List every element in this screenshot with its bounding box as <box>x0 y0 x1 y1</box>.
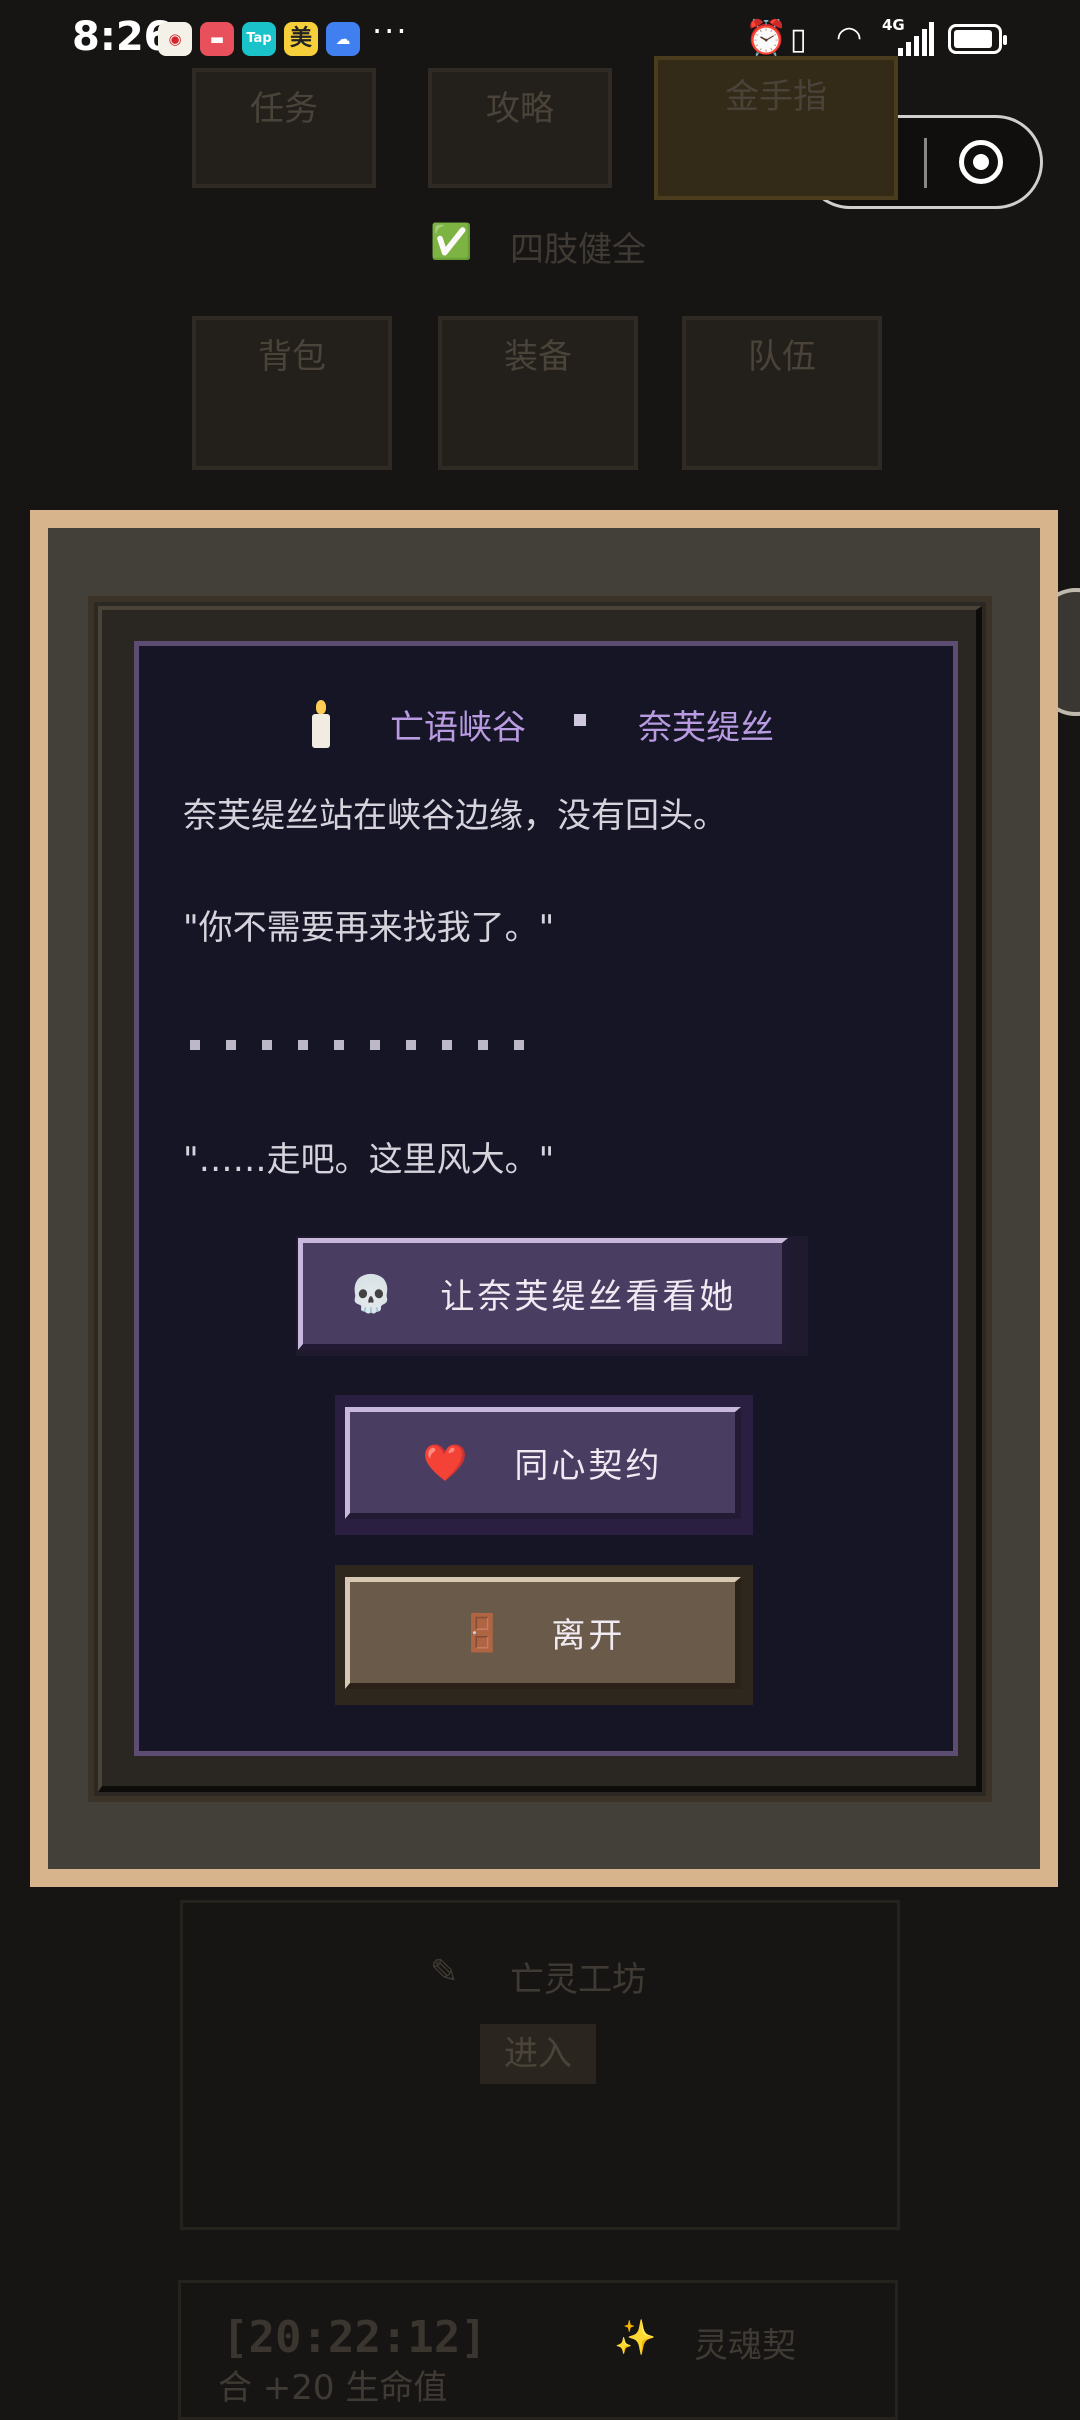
skull-icon: 💀 <box>348 1273 397 1315</box>
bg-sparkle-icon: ✨ <box>614 2318 657 2358</box>
close-miniprogram-icon[interactable] <box>959 140 1003 184</box>
candle-icon <box>312 700 330 748</box>
choice-face: 💀 让奈芙缇丝看看她 <box>298 1238 788 1350</box>
signal-icon <box>898 22 934 56</box>
bg-workshop-label: 亡灵工坊 <box>510 1960 646 2000</box>
ellipsis-pause <box>190 1040 530 1052</box>
choice-label: 同心契约 <box>514 1446 663 1486</box>
narration-line: 奈芙缇丝站在峡谷边缘，没有回头。 <box>183 796 727 836</box>
dialogue-line: "你不需要再来找我了。" <box>183 908 555 948</box>
dialogue-line: "……走吧。这里风大。" <box>183 1140 555 1180</box>
vibrate-icon: ▯ <box>790 22 807 57</box>
heart-icon: ❤️ <box>422 1442 471 1484</box>
choice-label: 让奈芙缇丝看看她 <box>440 1277 737 1317</box>
wifi-icon: ◠ <box>836 20 863 55</box>
bg-workshop-icon: ✎ <box>430 1952 459 1992</box>
choice-label: 离开 <box>551 1616 626 1656</box>
taptap-icon: Tap <box>242 22 276 56</box>
choice-face: ❤️ 同心契约 <box>345 1407 741 1519</box>
bg-equip-tile: 装备 <box>438 316 638 470</box>
choice-leave-button[interactable]: 🚪 离开 <box>335 1565 753 1705</box>
choice-face: 🚪 离开 <box>345 1577 741 1689</box>
red-app-icon: ▬ <box>200 22 234 56</box>
bg-guide-tile: 攻略 <box>428 68 612 188</box>
choice-soul-pact-button[interactable]: ❤️ 同心契约 <box>335 1395 753 1535</box>
capsule-divider <box>924 138 927 188</box>
clock: 8:26 <box>72 14 172 60</box>
bg-log-event: 灵魂契 <box>694 2326 796 2366</box>
weibo-icon: ◉ <box>158 22 192 56</box>
bg-checkbox-icon: ✅ <box>430 222 473 262</box>
weather-icon: ☁ <box>326 22 360 56</box>
bg-checkbox-label: 四肢健全 <box>510 230 646 270</box>
npc-name: 奈芙缇丝 <box>638 708 774 748</box>
bg-enter-button: 进入 <box>480 2024 596 2084</box>
meituan-icon: 美 <box>284 22 318 56</box>
choice-let-nefertis-see-button[interactable]: 💀 让奈芙缇丝看看她 <box>296 1236 808 1356</box>
bg-team-tile: 队伍 <box>682 316 882 470</box>
location-name: 亡语峡谷 <box>390 708 526 748</box>
more-notifications-icon: ··· <box>372 12 409 50</box>
door-icon: 🚪 <box>459 1612 508 1654</box>
title-separator <box>574 714 586 726</box>
battery-icon <box>948 24 1007 54</box>
bg-log-time: [20:22:12] <box>222 2312 487 2363</box>
alarm-icon: ⏰ <box>745 18 788 58</box>
bg-log-line2: 合 +20 生命值 <box>218 2368 448 2408</box>
bg-bag-tile: 背包 <box>192 316 392 470</box>
bg-task-tile: 任务 <box>192 68 376 188</box>
dialog-title: 亡语峡谷 奈芙缇丝 <box>134 700 958 750</box>
bg-cheat-tile: 金手指 <box>654 56 898 200</box>
